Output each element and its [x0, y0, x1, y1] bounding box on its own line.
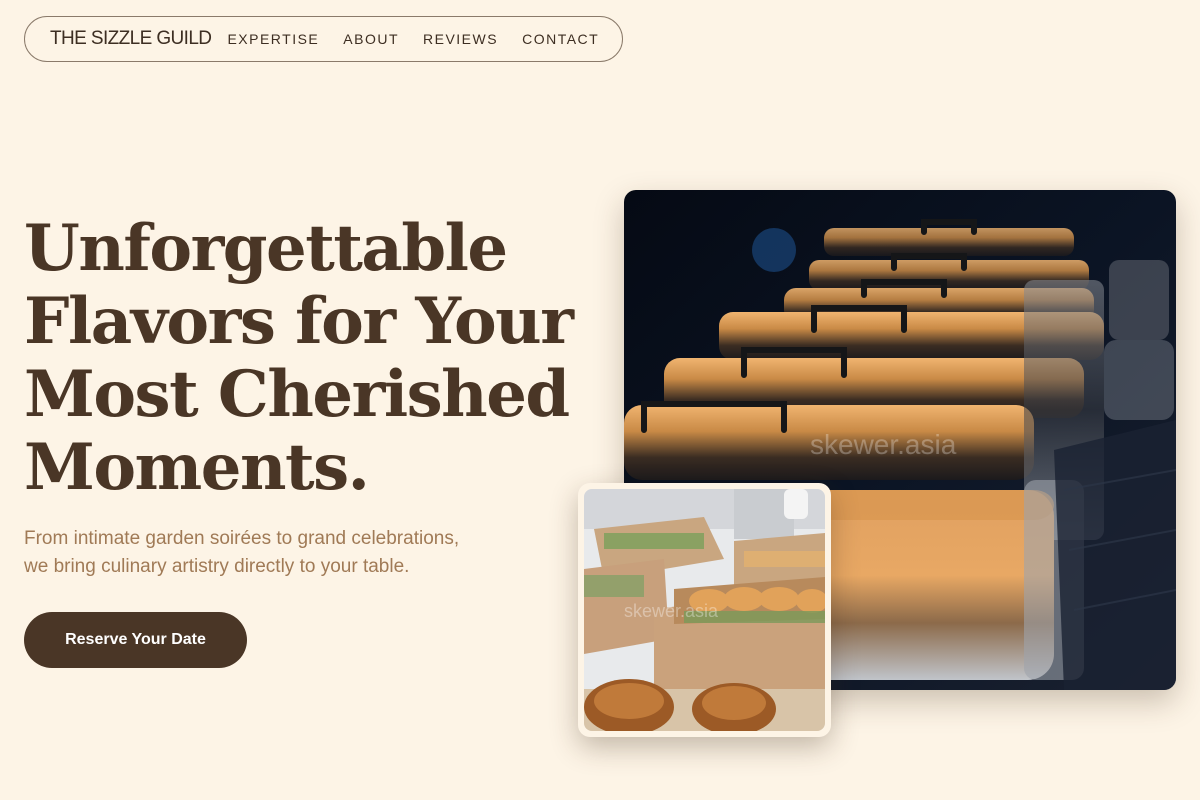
- nav-link-contact[interactable]: CONTACT: [522, 31, 599, 47]
- subtext-line: we bring culinary artistry directly to y…: [24, 556, 410, 577]
- subtext-line: From intimate garden soirées to grand ce…: [24, 528, 460, 549]
- brand-logo[interactable]: THE SIZZLE GUILD: [50, 28, 212, 50]
- nav-link-reviews[interactable]: REVIEWS: [423, 31, 498, 47]
- navbar: THE SIZZLE GUILD EXPERTISE ABOUT REVIEWS…: [24, 16, 623, 62]
- watermark-text: skewer.asia: [810, 429, 957, 460]
- nav-link-expertise[interactable]: EXPERTISE: [227, 31, 319, 47]
- nav-link-about[interactable]: ABOUT: [343, 31, 399, 47]
- nav-links: EXPERTISE ABOUT REVIEWS CONTACT: [227, 31, 623, 47]
- reserve-date-button[interactable]: Reserve Your Date: [24, 612, 247, 668]
- headline-line: Moments.: [24, 430, 370, 505]
- headline-line: Most Cherished: [24, 357, 570, 432]
- headline-line: Flavors for Your: [24, 284, 574, 359]
- inset-photo-card: skewer.asia: [578, 483, 831, 737]
- hero-subtext: From intimate garden soirées to grand ce…: [24, 525, 544, 581]
- headline-line: Unforgettable: [24, 211, 508, 286]
- sandwich-boxes-illustration: skewer.asia: [584, 489, 825, 731]
- hero-headline: Unforgettable Flavors for Your Most Cher…: [24, 212, 604, 504]
- sandwich-boxes-photo: skewer.asia: [584, 489, 825, 731]
- watermark-text: skewer.asia: [624, 601, 719, 621]
